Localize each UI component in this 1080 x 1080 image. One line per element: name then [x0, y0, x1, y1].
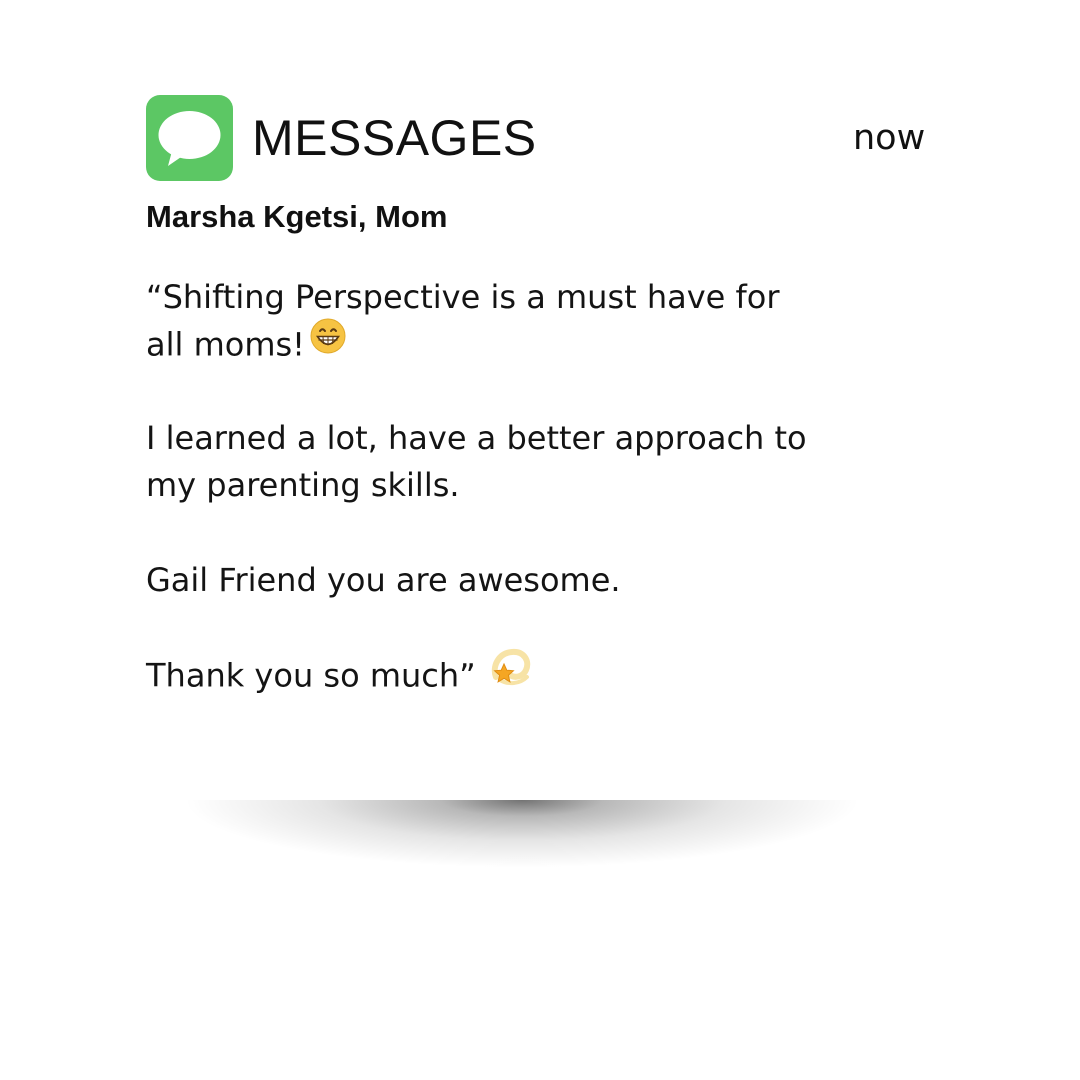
message-line: I learned a lot, have a better approach …	[146, 419, 807, 457]
sender-name: Marsha Kgetsi, Mom	[146, 199, 448, 234]
timestamp: now	[853, 118, 926, 158]
message-line: “Shifting Perspective is a must have for	[146, 278, 780, 316]
message-line-with-emoji: Thank you so much”	[146, 648, 866, 704]
message-line-text: Thank you so much”	[146, 656, 476, 695]
message-paragraph: “Shifting Perspective is a must have for…	[146, 274, 866, 372]
message-line-with-emoji: all moms!	[146, 318, 866, 372]
message-line-text: all moms!	[146, 325, 305, 364]
message-line: Gail Friend you are awesome.	[146, 561, 621, 599]
message-paragraph: Gail Friend you are awesome.	[146, 557, 866, 604]
message-line: my parenting skills.	[146, 466, 460, 504]
grinning-face-emoji-icon	[309, 317, 347, 368]
app-name: MESSAGES	[252, 110, 537, 166]
notification-shadow	[90, 800, 954, 890]
dizzy-star-emoji-icon	[490, 647, 532, 700]
message-paragraph: I learned a lot, have a better approach …	[146, 415, 866, 509]
message-paragraph: Thank you so much”	[146, 648, 866, 704]
speech-bubble-icon	[146, 95, 233, 181]
